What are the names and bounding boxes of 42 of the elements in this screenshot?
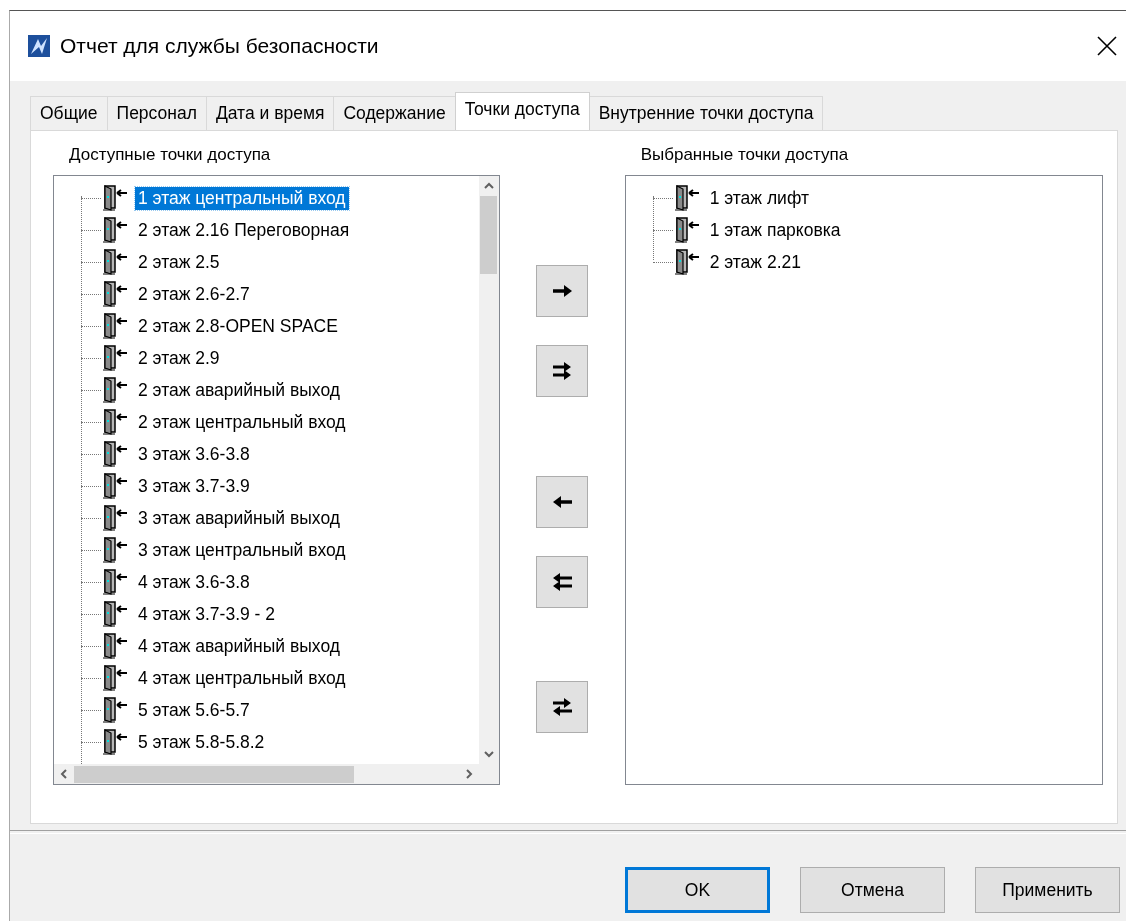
- close-icon[interactable]: [1096, 35, 1118, 57]
- list-caption: Доступные точки доступа: [69, 145, 272, 165]
- list-caption: Выбранные точки доступа: [640, 145, 850, 165]
- tree-item[interactable]: 1 этаж парковка: [706, 218, 844, 242]
- horizontal-scrollbar[interactable]: [54, 764, 479, 784]
- tree-item[interactable]: 4 этаж 3.6-3.8: [135, 570, 253, 594]
- tree-item[interactable]: 2 этаж 2.6-2.7: [135, 282, 253, 306]
- right-arrow-button[interactable]: [536, 265, 589, 317]
- tree-item[interactable]: 3 этаж 3.6-3.8: [135, 442, 253, 466]
- tree-item[interactable]: 2 этаж аварийный выход: [135, 378, 343, 402]
- tree-item[interactable]: 1 этаж лифт: [706, 186, 812, 210]
- vertical-scrollbar[interactable]: [478, 176, 499, 764]
- double-right-arrow-button[interactable]: [536, 345, 589, 397]
- tree-item[interactable]: 3 этаж центральный вход: [135, 538, 349, 562]
- swap-arrows-button[interactable]: [536, 681, 589, 733]
- tab[interactable]: Общие: [30, 96, 108, 130]
- window-title: Отчет для службы безопасности: [60, 34, 380, 58]
- scroll-thumb[interactable]: [74, 765, 354, 783]
- tab[interactable]: Точки доступа: [454, 92, 590, 130]
- tree-item[interactable]: 2 этаж 2.16 Переговорная: [135, 218, 353, 242]
- left-arrow-button[interactable]: [536, 476, 589, 528]
- tree-item[interactable]: 3 этаж 3.7-3.9: [135, 474, 253, 498]
- tree-item[interactable]: 2 этаж 2.21: [706, 250, 804, 274]
- tree-item[interactable]: 2 этаж 2.9: [135, 346, 223, 370]
- tree-item[interactable]: 4 этаж 3.7-3.9 - 2: [135, 602, 279, 626]
- tree-item[interactable]: 3 этаж аварийный выход: [135, 506, 343, 530]
- tree-item[interactable]: 4 этаж центральный вход: [135, 666, 349, 690]
- tree-item[interactable]: 1 этаж центральный вход: [135, 186, 349, 210]
- app-icon: [28, 35, 50, 57]
- dialog-button[interactable]: OK: [625, 867, 770, 913]
- tab[interactable]: Внутренние точки доступа: [588, 96, 824, 130]
- tree-item[interactable]: 5 этаж 5.6-5.7: [135, 698, 253, 722]
- swap-arrows-icon: [550, 695, 575, 719]
- dialog-button[interactable]: Отмена: [800, 867, 945, 913]
- tree-item[interactable]: 4 этаж аварийный выход: [135, 634, 343, 658]
- tree-item[interactable]: 2 этаж 2.8-OPEN SPACE: [135, 314, 341, 338]
- tree-item[interactable]: 2 этаж центральный вход: [135, 410, 349, 434]
- tree-item[interactable]: 2 этаж 2.5: [135, 250, 223, 274]
- tree-item[interactable]: 5 этаж 5.8-5.8.2: [135, 730, 268, 754]
- scroll-thumb[interactable]: [480, 196, 498, 274]
- double-left-arrow-button[interactable]: [536, 556, 589, 608]
- dialog-button[interactable]: Применить: [975, 867, 1120, 913]
